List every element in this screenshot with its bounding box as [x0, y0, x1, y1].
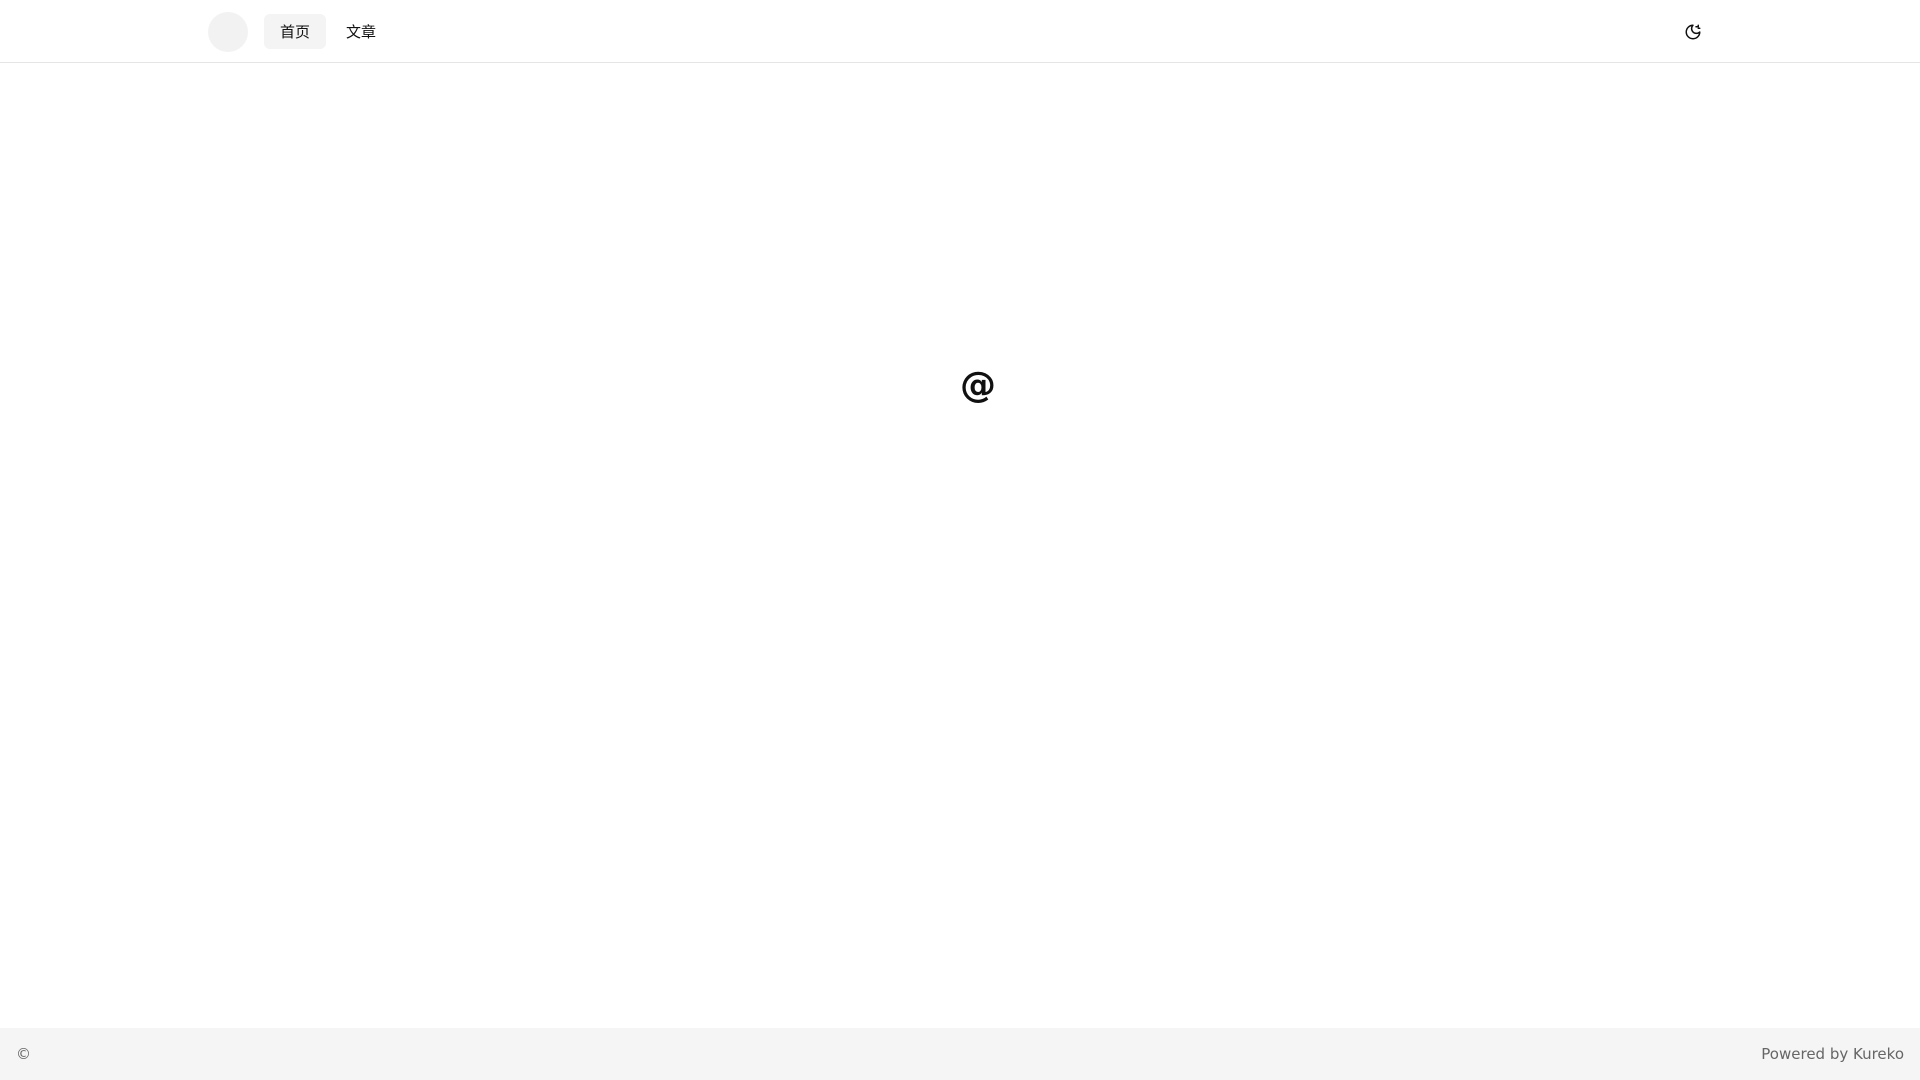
theme-toggle-button[interactable]: [1682, 21, 1704, 43]
page: 首页 文章 @ © Powered by Kureko: [0, 0, 1920, 1080]
at-symbol: @: [960, 365, 996, 406]
powered-by-text: Powered by Kureko: [1761, 1045, 1904, 1063]
copyright-text: ©: [16, 1045, 31, 1063]
nav-item-home[interactable]: 首页: [264, 14, 327, 49]
site-footer: © Powered by Kureko: [0, 1028, 1920, 1080]
main-nav: 首页 文章: [264, 14, 392, 49]
theme-toggle-icon: [1685, 24, 1701, 40]
nav-item-articles[interactable]: 文章: [330, 14, 392, 49]
main-content: @: [0, 64, 1920, 1028]
site-header: 首页 文章: [0, 0, 1920, 63]
avatar[interactable]: [208, 12, 248, 52]
